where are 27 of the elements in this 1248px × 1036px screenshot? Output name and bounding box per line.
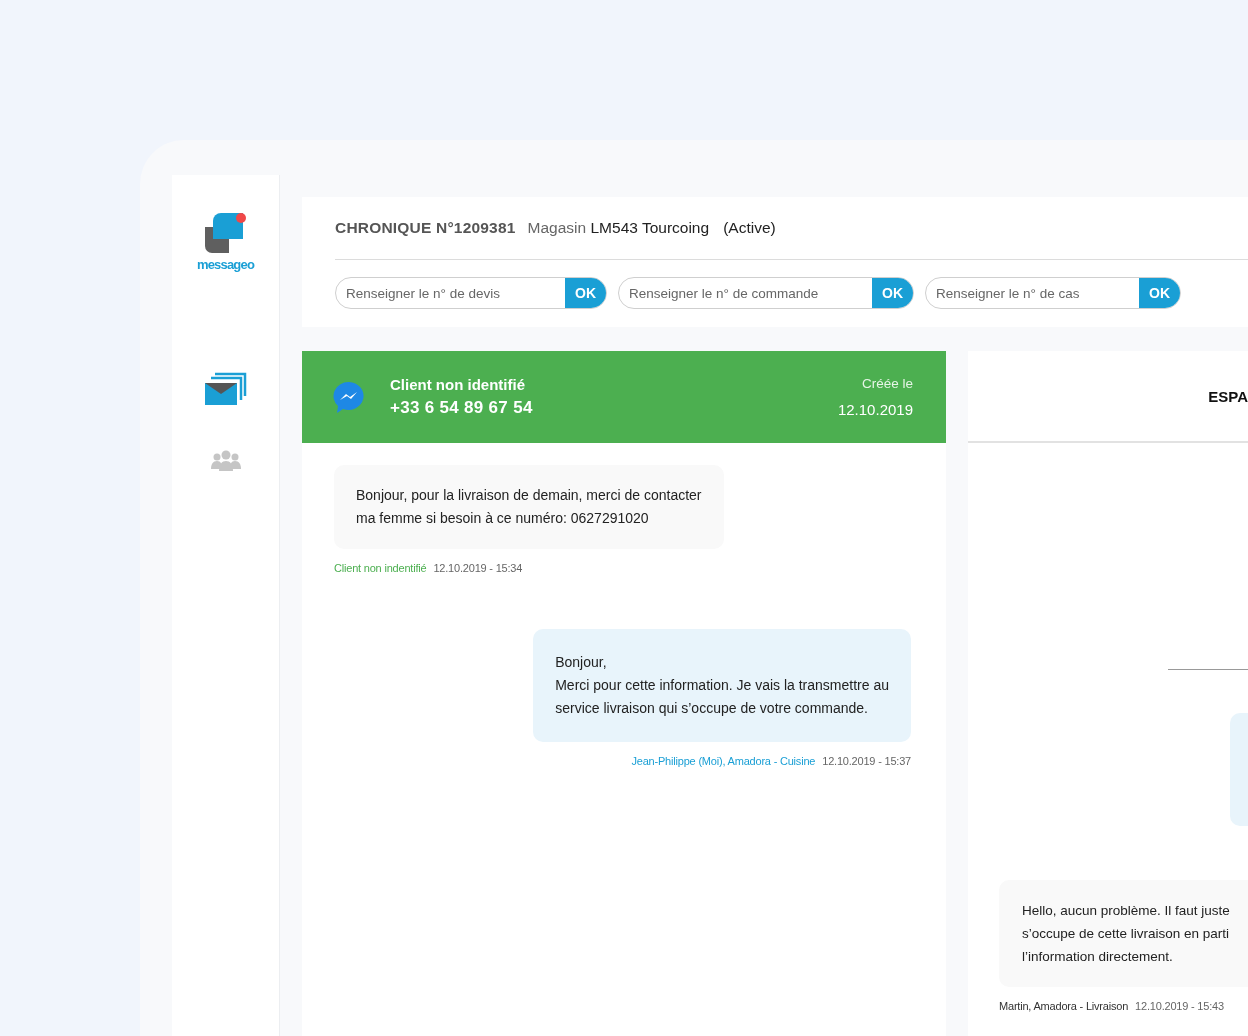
ok-button[interactable]: OK <box>565 278 606 308</box>
store-label: Magasin <box>527 219 587 236</box>
ok-button[interactable]: OK <box>1139 278 1180 308</box>
status-text: (Active) <box>723 219 776 237</box>
group-icon <box>209 450 242 472</box>
message-bubble: Bonjour, Merci pour cette information. Je vais la transmettre au service livraison qui s’occupe de votre commande. <box>533 629 911 742</box>
message-bubble: Hello, aucun problème. Il faut juste s’occupe de cette livraison en parti l’information directement. <box>999 880 1248 987</box>
contact-name: Client non identifié <box>390 376 526 393</box>
store-name: LM543 Tourcoing <box>590 219 710 236</box>
message-bubble: Bonjour, pour la livraison de demain, merci de contacter ma femme si besoin à ce numéro: 0627291020 <box>334 465 724 549</box>
message-author: Martin, Amadora - Livraison <box>999 1000 1129 1012</box>
logo-icon <box>203 213 248 255</box>
panel-title: ESPA <box>1208 387 1248 405</box>
contact-phone: +33 6 54 89 67 54 <box>390 398 534 418</box>
message-author: Jean-Philippe (Moi), Amadora - Cuisine <box>631 755 816 767</box>
created-label: Créée le <box>861 376 913 391</box>
chronicle-title: CHRONIQUE N°1209381 <box>335 219 516 237</box>
message-time: 12.10.2019 - 15:43 <box>1135 1000 1224 1012</box>
logo-text: messageo <box>196 257 255 272</box>
message-time: 12.10.2019 - 15:34 <box>433 562 523 574</box>
chat-bubble-icon <box>333 380 365 414</box>
message-time: 12.10.2019 - 15:37 <box>822 755 911 767</box>
envelopes-icon <box>204 372 247 406</box>
message-author: Client non indentifié <box>334 562 427 574</box>
nav-item[interactable] <box>204 372 247 406</box>
created-date: 12.10.2019 <box>837 401 913 418</box>
ok-button[interactable]: OK <box>872 278 913 308</box>
